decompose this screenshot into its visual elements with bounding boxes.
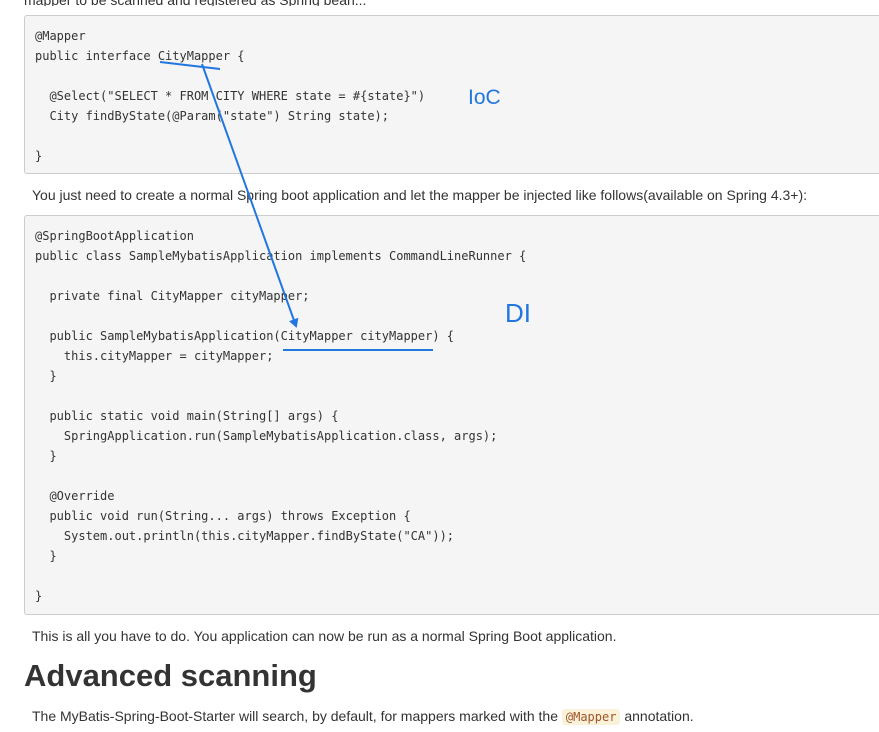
- code-line: public void run(String... args) throws E…: [35, 509, 411, 523]
- code-line: public SampleMybatisApplication(CityMapp…: [35, 329, 455, 343]
- code-line: @Select("SELECT * FROM CITY WHERE state …: [35, 89, 426, 103]
- code-line: }: [35, 549, 57, 563]
- ioc-label: IoC: [468, 86, 501, 109]
- paragraph-inject-mapper: You just need to create a normal Spring …: [32, 187, 808, 203]
- code-line: private final CityMapper cityMapper;: [35, 289, 310, 303]
- code-line: @Mapper: [35, 29, 86, 43]
- inline-code-mapper: @Mapper: [561, 709, 621, 725]
- code-line: public static void main(String[] args) {: [35, 409, 339, 423]
- code-line: SpringApplication.run(SampleMybatisAppli…: [35, 429, 498, 443]
- code-line: City findByState(@Param("state") String …: [35, 109, 390, 123]
- code-line: public class SampleMybatisApplication im…: [35, 249, 527, 263]
- code-block-city-mapper: @Mapper public interface CityMapper { @Se…: [24, 15, 879, 174]
- heading-advanced-scanning: Advanced scanning: [24, 658, 317, 693]
- code-line: @Override: [35, 489, 115, 503]
- paragraph-text-after: annotation.: [620, 708, 694, 724]
- code-block-sample-application: @SpringBootApplication public class Sampl…: [24, 215, 879, 615]
- code-line: }: [35, 149, 43, 163]
- paragraph-scanning-default: The MyBatis-Spring-Boot-Starter will sea…: [32, 707, 694, 726]
- code-line: }: [35, 589, 43, 603]
- code-line: System.out.println(this.cityMapper.findB…: [35, 529, 455, 543]
- code-line: }: [35, 449, 57, 463]
- paragraph-text-before: The MyBatis-Spring-Boot-Starter will sea…: [32, 708, 562, 724]
- code-line: this.cityMapper = cityMapper;: [35, 349, 274, 363]
- code-line: public interface CityMapper {: [35, 49, 245, 63]
- di-label: DI: [505, 298, 531, 328]
- code-line: @SpringBootApplication: [35, 229, 194, 243]
- previous-paragraph-cut: mapper to be scanned and registered as S…: [24, 0, 879, 6]
- code-line: }: [35, 369, 57, 383]
- paragraph-all-you-have-to-do: This is all you have to do. You applicat…: [32, 628, 617, 644]
